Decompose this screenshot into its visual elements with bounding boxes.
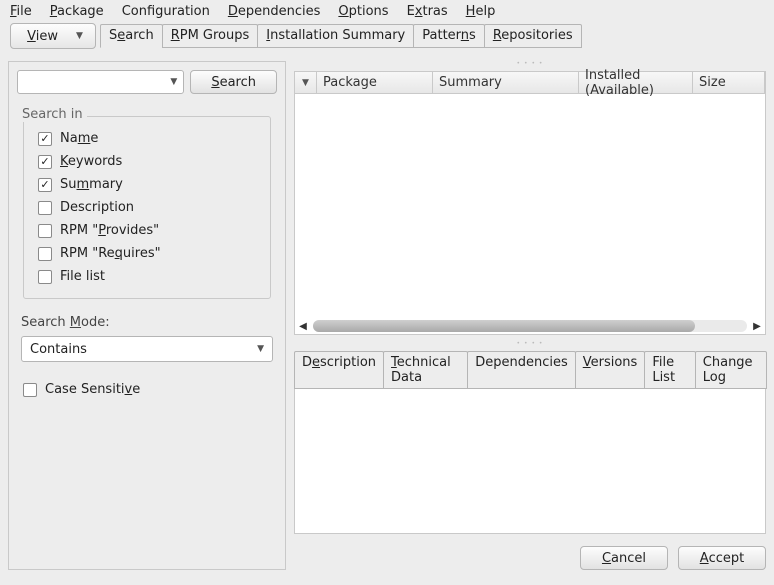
search-in-legend: Search in [18, 107, 87, 122]
scroll-left-icon[interactable]: ◀ [297, 320, 309, 332]
label-name: Name [60, 131, 98, 146]
col-summary[interactable]: Summary [433, 72, 579, 93]
package-list: ▼ Package Summary Installed (Available) … [294, 71, 766, 335]
menu-dependencies[interactable]: Dependencies [228, 4, 321, 19]
search-button[interactable]: Search [190, 70, 277, 94]
tab-dependencies[interactable]: Dependencies [467, 351, 576, 389]
tab-file-list[interactable]: File List [644, 351, 695, 389]
menu-help[interactable]: Help [466, 4, 496, 19]
menu-options[interactable]: Options [338, 4, 388, 19]
tab-repositories[interactable]: Repositories [484, 24, 582, 48]
checkbox-filelist[interactable] [38, 270, 52, 284]
dialog-footer: Cancel Accept [294, 540, 766, 570]
tab-rpm-groups[interactable]: RPM Groups [162, 24, 259, 48]
menu-extras[interactable]: Extras [407, 4, 448, 19]
search-input[interactable]: ▼ [17, 70, 184, 94]
scrollbar-track[interactable] [313, 320, 747, 332]
chevron-down-icon: ▼ [302, 78, 309, 88]
col-status[interactable]: ▼ [295, 72, 317, 93]
view-dropdown-button[interactable]: View ▼ [10, 23, 96, 49]
col-installed[interactable]: Installed (Available) [579, 72, 693, 93]
search-in-fieldset: Search in Name Keywords Summary Descript… [23, 116, 271, 299]
label-case-sensitive: Case Sensitive [45, 382, 140, 397]
filter-toolbar: View ▼ Search RPM Groups Installation Su… [0, 23, 774, 53]
col-size[interactable]: Size [693, 72, 765, 93]
search-panel: ▼ Search Search in Name Keywords Summary… [8, 61, 286, 570]
accept-button[interactable]: Accept [678, 546, 766, 570]
horizontal-scrollbar[interactable]: ◀ ▶ [295, 318, 765, 334]
detail-tabbar: Description Technical Data Dependencies … [294, 351, 766, 389]
menu-configuration[interactable]: Configuration [122, 4, 210, 19]
checkbox-keywords[interactable] [38, 155, 52, 169]
label-requires: RPM "Requires" [60, 246, 161, 261]
menu-package[interactable]: Package [50, 4, 104, 19]
checkbox-summary[interactable] [38, 178, 52, 192]
detail-body [294, 388, 766, 534]
pane-grip-middle[interactable]: • • • • [294, 341, 766, 345]
package-list-header: ▼ Package Summary Installed (Available) … [295, 72, 765, 94]
checkbox-name[interactable] [38, 132, 52, 146]
chevron-down-icon: ▼ [170, 77, 177, 87]
label-filelist: File list [60, 269, 105, 284]
package-list-body[interactable] [295, 94, 765, 318]
label-provides: RPM "Provides" [60, 223, 159, 238]
tab-versions[interactable]: Versions [575, 351, 646, 389]
scroll-right-icon[interactable]: ▶ [751, 320, 763, 332]
results-panel: • • • • ▼ Package Summary Installed (Ava… [294, 61, 766, 570]
checkbox-description[interactable] [38, 201, 52, 215]
pane-grip-top[interactable]: • • • • [294, 61, 766, 65]
tab-search[interactable]: Search [100, 24, 163, 48]
search-mode-select[interactable]: Contains ▼ [21, 336, 273, 362]
scrollbar-thumb[interactable] [313, 320, 695, 332]
search-mode-value: Contains [30, 342, 87, 357]
menu-file[interactable]: File [10, 4, 32, 19]
label-description: Description [60, 200, 134, 215]
tab-change-log[interactable]: Change Log [695, 351, 767, 389]
chevron-down-icon: ▼ [257, 344, 264, 354]
tab-installation-summary[interactable]: Installation Summary [257, 24, 414, 48]
filter-tabbar: Search RPM Groups Installation Summary P… [100, 24, 581, 48]
chevron-down-icon: ▼ [76, 31, 83, 41]
search-mode-label: Search Mode: [21, 315, 277, 330]
tab-patterns[interactable]: Patterns [413, 24, 485, 48]
checkbox-case-sensitive[interactable] [23, 383, 37, 397]
checkbox-requires[interactable] [38, 247, 52, 261]
tab-description[interactable]: Description [294, 351, 384, 389]
col-package[interactable]: Package [317, 72, 433, 93]
label-summary: Summary [60, 177, 123, 192]
cancel-button[interactable]: Cancel [580, 546, 668, 570]
tab-technical-data[interactable]: Technical Data [383, 351, 468, 389]
label-keywords: Keywords [60, 154, 122, 169]
menubar: File Package Configuration Dependencies … [0, 0, 774, 23]
checkbox-provides[interactable] [38, 224, 52, 238]
